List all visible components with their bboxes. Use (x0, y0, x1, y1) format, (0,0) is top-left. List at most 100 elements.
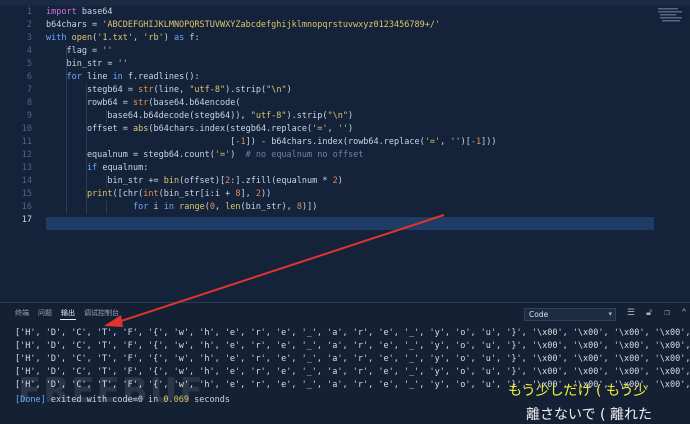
code-token: , (214, 202, 226, 212)
code-token: , (327, 124, 338, 134)
line-number-gutter: 1 2 3 4 5 6 7 8 9 10 11 12 13 14 15 16 17 (0, 6, 40, 302)
code-token: equalnum: (97, 163, 149, 173)
code-token: ) (163, 33, 175, 43)
code-line[interactable]: b64chars = 'ABCDEFGHIJKLMNOPQRSTUVWXYZab… (46, 19, 440, 32)
code-token: )) (261, 189, 272, 199)
run-status-line: [Done] exited with code=0 in 0.069 secon… (15, 395, 230, 405)
code-line[interactable]: equalnum = stegb64.count('=') # no equal… (46, 149, 363, 162)
code-token: i (148, 202, 164, 212)
code-line[interactable]: base64.b64decode(stegb64)), "utf-8").str… (46, 110, 353, 123)
code-token: open (71, 33, 93, 43)
code-token: print (86, 189, 113, 199)
line-number: 3 (26, 33, 32, 43)
tab-debug-console[interactable]: 调试控制台 (84, 308, 119, 318)
code-token: '' (450, 137, 461, 147)
code-token: as (174, 33, 185, 43)
minimap-preview (658, 8, 682, 22)
code-token: f: (184, 33, 200, 43)
code-line[interactable]: stegb64 = str(line, "utf-8").strip("\n") (46, 84, 292, 97)
indent-guide (86, 84, 87, 214)
line-number: 12 (21, 150, 32, 160)
line-number: 15 (21, 189, 32, 199)
output-channel-select[interactable]: Code ▾ (524, 308, 616, 321)
done-text: exited with code=0 in (50, 395, 164, 405)
indent-guide (106, 110, 107, 123)
code-token: "\n" (266, 85, 287, 95)
minimap[interactable] (656, 6, 684, 24)
code-line[interactable]: offset = abs(b64chars.index(stegb64.repl… (46, 123, 353, 136)
line-number: 11 (21, 137, 32, 147)
code-line[interactable]: with open('1.txt', 'rb') as f: (46, 32, 200, 45)
code-token: ) (347, 124, 354, 134)
done-time: 0.069 (163, 395, 190, 405)
code-token: if (86, 163, 98, 173)
code-token: ]) - b64chars.index(rowb64.replace( (245, 137, 425, 147)
code-token: line (81, 72, 113, 82)
code-token: (b64chars.index(stegb64.replace( (148, 124, 313, 134)
code-line[interactable]: flag = '' (46, 45, 112, 58)
code-line[interactable]: for line in f.readlines(): (46, 71, 199, 84)
code-token: 'rb' (143, 33, 164, 43)
tab-terminal[interactable]: 终端 (15, 308, 29, 318)
chevron-up-icon[interactable]: ⌃ (679, 308, 689, 318)
line-number: 7 (26, 85, 32, 95)
tab-output[interactable]: 输出 (61, 308, 75, 318)
copy-icon[interactable]: ❐ (662, 308, 672, 318)
code-token: (line, (153, 85, 190, 95)
code-line[interactable]: if equalnum: (46, 162, 148, 175)
line-number: 13 (21, 163, 32, 173)
code-token: , (133, 33, 144, 43)
code-area[interactable]: import base64 b64chars = 'ABCDEFGHIJKLMNO… (46, 6, 686, 302)
line-number: 10 (21, 124, 32, 134)
line-number: 2 (26, 20, 32, 30)
code-token: (bin_str[i:i + (158, 189, 236, 199)
code-line[interactable]: print([chr(int(bin_str[i:i + 8], 2)) (46, 188, 271, 201)
code-token: (base64.b64encode( (148, 98, 241, 108)
code-token: ).strip( (286, 111, 328, 121)
code-token: )]) (301, 202, 318, 212)
line-number: 8 (26, 98, 32, 108)
code-token: '=' (424, 137, 441, 147)
tab-problems[interactable]: 问题 (38, 308, 52, 318)
code-token: [ (46, 137, 236, 147)
line-number: 1 (26, 7, 32, 17)
output-channel-value: Code (529, 310, 549, 319)
code-token: '=' (312, 124, 328, 134)
line-number: 6 (26, 72, 32, 82)
output-line: ['H', 'D', 'C', 'T', 'F', '{', 'w', 'h',… (15, 367, 690, 377)
code-token: "utf-8" (189, 85, 226, 95)
code-token: equalnum = stegb64.count( (46, 150, 215, 160)
code-line[interactable]: rowb64 = str(base64.b64encode( (46, 97, 241, 110)
filter-list-icon[interactable]: ☰ (626, 308, 636, 318)
active-tab-indicator (60, 319, 76, 320)
code-token: bin_str = (46, 59, 118, 69)
code-line[interactable]: import base64 (46, 6, 113, 19)
code-token: )[ (460, 137, 471, 147)
code-token: -1 (235, 137, 246, 147)
code-token: # no equalnum no offset (245, 150, 364, 160)
code-token: bin (163, 176, 180, 186)
code-token: (bin_str), (240, 202, 297, 212)
code-token: ) (286, 85, 292, 95)
code-line[interactable]: bin_str = '' (46, 58, 127, 71)
code-token: ])) (481, 137, 497, 147)
code-token: '1.txt' (97, 33, 134, 43)
code-token: len (225, 202, 241, 212)
code-line[interactable]: [-1]) - b64chars.index(rowb64.replace('=… (46, 136, 496, 149)
line-number: 14 (21, 176, 32, 186)
code-token: str (133, 98, 149, 108)
code-token: , (440, 137, 451, 147)
code-token: base64 (76, 7, 113, 17)
code-line[interactable]: bin_str += bin(offset)[2:].zfill(equalnu… (46, 175, 343, 188)
code-token: flag = (46, 46, 103, 56)
lock-icon[interactable]: 🔓︎ (644, 308, 654, 318)
code-token: (offset)[ (179, 176, 226, 186)
output-line: ['H', 'D', 'C', 'T', 'F', '{', 'w', 'h',… (15, 341, 690, 351)
code-token: range (179, 202, 205, 212)
code-token: in (112, 72, 123, 82)
code-editor[interactable]: 1 2 3 4 5 6 7 8 9 10 11 12 13 14 15 16 17 import base64 b… (0, 0, 690, 302)
code-token: bin_str += (46, 176, 164, 186)
code-token: ([chr( (112, 189, 144, 199)
code-token: ) (337, 176, 343, 186)
